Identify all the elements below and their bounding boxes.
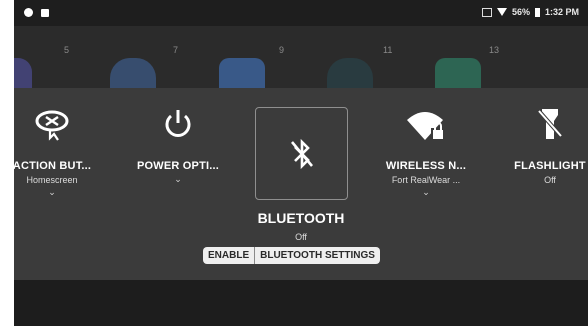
power-icon: [165, 110, 191, 137]
page-number: 13: [489, 45, 500, 55]
page-number: 9: [279, 45, 285, 55]
action-button-icon: [35, 110, 69, 141]
clock-app-icon[interactable]: [327, 58, 373, 88]
battery-icon: [534, 7, 540, 17]
app-icon[interactable]: [14, 58, 32, 88]
bluetooth-title: BLUETOOTH: [257, 210, 345, 226]
tile-subtitle: Homescreen: [26, 175, 78, 185]
device-screen: 56% 1:32 PM 5 7 9 11 13 ACTION BUT... Ho…: [14, 0, 588, 326]
bluetooth-actions: ENABLE BLUETOOTH SETTINGS: [203, 247, 380, 264]
bluetooth-off-icon: [290, 138, 313, 169]
cast-icon: [481, 7, 492, 17]
bluetooth-status: Off: [295, 232, 307, 242]
status-bar: 56% 1:32 PM: [14, 0, 588, 26]
battery-percent: 56%: [511, 7, 530, 17]
tile-title: POWER OPTI...: [136, 160, 220, 172]
tile-title: ACTION BUT...: [14, 160, 92, 172]
tile-subtitle: Off: [544, 175, 556, 185]
tile-title: WIRELESS N...: [385, 160, 467, 172]
chevron-down-icon[interactable]: ⌄: [374, 188, 478, 197]
flashlight-off-icon: [537, 109, 563, 139]
tile-action-button[interactable]: ACTION BUT... Homescreen ⌄: [14, 102, 104, 197]
notification-dot-icon: [24, 8, 33, 17]
settings-app-icon[interactable]: [435, 58, 481, 88]
tile-wireless-network[interactable]: WIRELESS N... Fort RealWear ... ⌄: [374, 102, 478, 197]
wifi-signal-icon: [496, 8, 507, 16]
enable-button[interactable]: ENABLE: [203, 247, 254, 264]
tile-flashlight[interactable]: FLASHLIGHT Off: [498, 102, 588, 185]
home-screen-background: 5 7 9 11 13: [14, 26, 588, 88]
page-number: 5: [64, 45, 70, 55]
tile-bluetooth[interactable]: [255, 107, 348, 200]
bluetooth-settings-button[interactable]: BLUETOOTH SETTINGS: [255, 247, 380, 264]
chevron-down-icon[interactable]: ⌄: [126, 175, 230, 184]
tile-power-options[interactable]: POWER OPTI... ⌄: [126, 102, 230, 184]
folder-app-icon[interactable]: [110, 58, 156, 88]
bottom-area: [14, 280, 588, 326]
quick-settings-panel: ACTION BUT... Homescreen ⌄ POWER OPTI...…: [14, 88, 588, 280]
tile-subtitle: Fort RealWear ...: [391, 175, 461, 185]
clock: 1:32 PM: [544, 7, 579, 17]
files-app-icon[interactable]: [219, 58, 265, 88]
page-number: 7: [173, 45, 179, 55]
tile-title: FLASHLIGHT: [514, 160, 586, 172]
wifi-lock-icon: [407, 112, 443, 140]
chevron-down-icon[interactable]: ⌄: [14, 188, 104, 197]
notification-app-icon: [41, 8, 49, 17]
page-number: 11: [383, 45, 393, 55]
